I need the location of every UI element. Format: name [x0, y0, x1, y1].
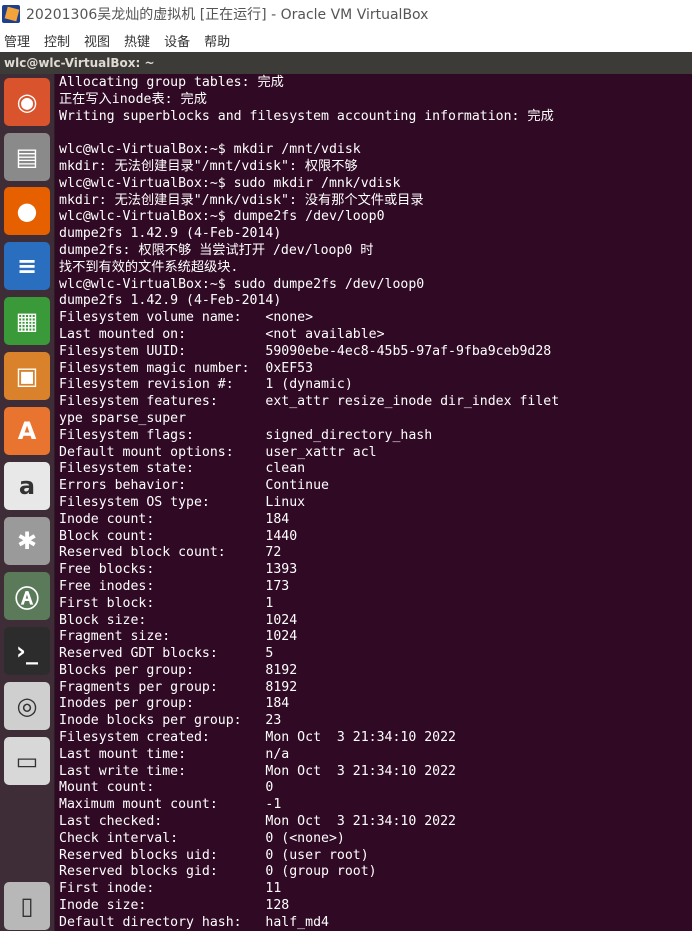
terminal-line: Fragments per group: 8192 — [59, 679, 298, 695]
ubuntu-dash-icon: ◉ — [16, 88, 38, 116]
calc-icon: ▦ — [15, 307, 39, 335]
terminal-line: Filesystem state: clean — [59, 461, 306, 477]
terminal-line: Filesystem OS type: Linux — [59, 494, 306, 510]
menu-item-devices[interactable]: 设备 — [164, 31, 190, 50]
terminal-line: dumpe2fs: 权限不够 当尝试打开 /dev/loop0 时 — [59, 242, 374, 258]
terminal-line: wlc@wlc-VirtualBox:~$ sudo mkdir /mnk/vd… — [59, 175, 401, 191]
launcher-item[interactable]: Ⓐ — [4, 572, 50, 620]
terminal-line: Free inodes: 173 — [59, 578, 290, 594]
files-icon: ▤ — [15, 143, 39, 171]
terminal-line: mkdir: 无法创建目录"/mnk/vdisk": 没有那个文件或目录 — [59, 192, 424, 208]
terminal-line: First block: 1 — [59, 595, 274, 611]
trash-icon: ▯ — [20, 892, 34, 920]
launcher-item[interactable]: ✱ — [4, 517, 50, 565]
launcher-item[interactable]: ≡ — [4, 242, 50, 290]
terminal-line: Maximum mount count: -1 — [59, 797, 282, 813]
window-titlebar: 20201306吴龙灿的虚拟机 [正在运行] - Oracle VM Virtu… — [0, 0, 692, 28]
terminal-line: Reserved blocks uid: 0 (user root) — [59, 847, 369, 863]
launcher-item[interactable]: ◎ — [4, 682, 50, 730]
terminal-line: Reserved blocks gid: 0 (group root) — [59, 864, 377, 880]
unity-launcher: ◉ ▤ ● ≡ ▦ ▣ Aa ✱ Ⓐ ›_ ◎ ▭ ▯ — [0, 74, 55, 931]
menu-item-manage[interactable]: 管理 — [4, 31, 30, 50]
terminal-line: First inode: 11 — [59, 881, 282, 897]
terminal-line: Filesystem features: ext_attr resize_ino… — [59, 394, 560, 410]
firefox-icon: ● — [16, 197, 38, 225]
terminal-line: Default directory hash: half_md4 — [59, 914, 329, 930]
terminal-line: Free blocks: 1393 — [59, 562, 298, 578]
terminal-line: mkdir: 无法创建目录"/mnt/vdisk": 权限不够 — [59, 158, 358, 174]
launcher-item[interactable]: ▤ — [4, 133, 50, 181]
amazon-icon: a — [18, 472, 36, 500]
terminal-line: Filesystem volume name: <none> — [59, 310, 314, 326]
terminal-line: Last mounted on: <not available> — [59, 326, 385, 342]
terminal-line: Last write time: Mon Oct 3 21:34:10 2022 — [59, 763, 456, 779]
terminal-line: Filesystem UUID: 59090ebe-4ec8-45b5-97af… — [59, 343, 552, 359]
terminal-line: Filesystem magic number: 0xEF53 — [59, 360, 314, 376]
launcher-item[interactable]: ▭ — [4, 737, 50, 785]
terminal-line: Inode size: 128 — [59, 898, 290, 914]
terminal-line: Block count: 1440 — [59, 528, 298, 544]
terminal-line: Filesystem revision #: 1 (dynamic) — [59, 377, 353, 393]
terminal-line: Blocks per group: 8192 — [59, 662, 298, 678]
window-title: 20201306吴龙灿的虚拟机 [正在运行] - Oracle VM Virtu… — [26, 7, 429, 23]
terminal-line: Fragment size: 1024 — [59, 629, 298, 645]
launcher-item[interactable]: ● — [4, 187, 50, 235]
terminal-line: 正在写入inode表: 完成 — [59, 91, 207, 107]
terminal-output[interactable]: Allocating group tables: 完成 正在写入inode表: 完… — [55, 74, 692, 931]
terminal-line: Inodes per group: 184 — [59, 696, 290, 712]
terminal-line: Last checked: Mon Oct 3 21:34:10 2022 — [59, 814, 456, 830]
menu-item-view[interactable]: 视图 — [84, 31, 110, 50]
software-center-icon: A — [17, 417, 37, 445]
menu-item-help[interactable]: 帮助 — [204, 31, 230, 50]
menu-bar: 管理 控制 视图 热键 设备 帮助 — [0, 28, 692, 52]
software-updater-icon: Ⓐ — [15, 584, 39, 613]
terminal-line: Default mount options: user_xattr acl — [59, 444, 377, 460]
writer-icon: ≡ — [16, 252, 38, 280]
terminal-line: ype sparse_super — [59, 410, 187, 426]
terminal-line: wlc@wlc-VirtualBox:~$ sudo dumpe2fs /dev… — [59, 276, 425, 292]
terminal-line: Filesystem flags: signed_directory_hash — [59, 427, 433, 443]
system-settings-icon: ✱ — [16, 527, 38, 555]
terminal-line: Filesystem created: Mon Oct 3 21:34:10 2… — [59, 730, 456, 746]
terminal-line: Block size: 1024 — [59, 612, 298, 628]
menu-item-control[interactable]: 控制 — [44, 31, 70, 50]
launcher-item[interactable]: A — [4, 407, 50, 455]
terminal-line: dumpe2fs 1.42.9 (4-Feb-2014) — [59, 226, 282, 242]
launcher-item[interactable]: ▣ — [4, 352, 50, 400]
terminal-window-title: wlc@wlc-VirtualBox: ~ — [4, 56, 155, 70]
launcher-item[interactable]: ▦ — [4, 297, 50, 345]
impress-icon: ▣ — [15, 362, 39, 390]
drive-icon: ▭ — [15, 747, 39, 775]
menu-item-hotkey[interactable]: 热键 — [124, 31, 150, 50]
dvd-icon: ◎ — [16, 692, 38, 720]
terminal-line: Check interval: 0 (<none>) — [59, 830, 345, 846]
terminal-line: wlc@wlc-VirtualBox:~$ dumpe2fs /dev/loop… — [59, 209, 385, 225]
terminal-icon: ›_ — [16, 637, 38, 665]
terminal-line: Errors behavior: Continue — [59, 478, 329, 494]
terminal-line: wlc@wlc-VirtualBox:~$ mkdir /mnt/vdisk — [59, 142, 361, 158]
launcher-item[interactable]: ▯ — [4, 882, 50, 930]
terminal-line: Inode count: 184 — [59, 511, 290, 527]
terminal-line: 找不到有效的文件系统超级块. — [59, 259, 239, 275]
terminal-line: Mount count: 0 — [59, 780, 274, 796]
virtualbox-icon — [2, 5, 20, 23]
terminal-line: Allocating group tables: 完成 — [59, 75, 284, 90]
launcher-item[interactable]: ›_ — [4, 627, 50, 675]
launcher-item[interactable]: a — [4, 462, 50, 510]
launcher-item[interactable]: ◉ — [4, 78, 50, 126]
guest-top-panel: wlc@wlc-VirtualBox: ~ — [0, 52, 692, 74]
terminal-line: Last mount time: n/a — [59, 746, 290, 762]
terminal-line: Writing superblocks and filesystem accou… — [59, 108, 554, 124]
terminal-line: Inode blocks per group: 23 — [59, 713, 282, 729]
terminal-line: Reserved GDT blocks: 5 — [59, 646, 274, 662]
terminal-line: Reserved block count: 72 — [59, 545, 282, 561]
terminal-line: dumpe2fs 1.42.9 (4-Feb-2014) — [59, 293, 282, 309]
